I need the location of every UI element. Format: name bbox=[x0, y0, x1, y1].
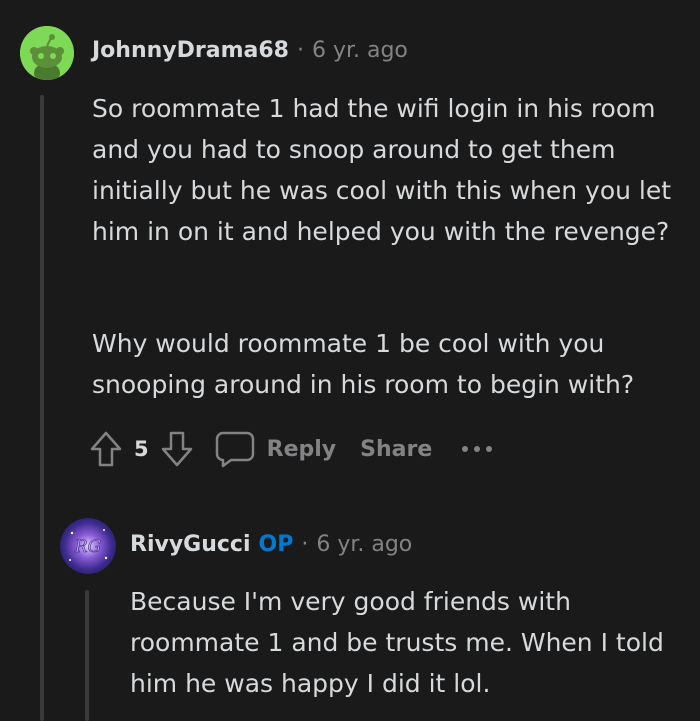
comment2-meta: RivyGucci OP · 6 yr. ago bbox=[130, 532, 412, 557]
snoo-avatar-icon bbox=[20, 26, 74, 80]
comment1-paragraph-1: So roommate 1 had the wifi login in his … bbox=[92, 94, 672, 246]
reply-button[interactable]: Reply bbox=[215, 430, 337, 468]
upvote-button[interactable] bbox=[88, 429, 124, 469]
upvote-icon bbox=[90, 431, 122, 467]
more-options-button[interactable] bbox=[460, 444, 494, 454]
thread-line-comment2[interactable] bbox=[85, 590, 89, 721]
comment1-meta: JohnnyDrama68 · 6 yr. ago bbox=[92, 38, 408, 63]
downvote-icon bbox=[161, 431, 192, 467]
comment1-paragraph-2: Why would roommate 1 be cool with you sn… bbox=[92, 329, 635, 399]
timestamp[interactable]: 6 yr. ago bbox=[316, 532, 412, 557]
comment1-actions: 5 Reply Share bbox=[88, 428, 494, 470]
avatar-initials: RG bbox=[74, 537, 101, 557]
rg-avatar-icon: RG bbox=[60, 518, 116, 574]
thread-line-comment1[interactable] bbox=[40, 95, 44, 721]
timestamp[interactable]: 6 yr. ago bbox=[312, 38, 408, 63]
meta-separator: · bbox=[301, 532, 309, 557]
op-username[interactable]: RivyGucci bbox=[130, 532, 251, 557]
meta-separator: · bbox=[296, 38, 304, 63]
vote-count: 5 bbox=[134, 437, 149, 461]
op-avatar[interactable]: RG bbox=[60, 518, 116, 574]
share-button[interactable]: Share bbox=[360, 437, 432, 462]
reply-label: Reply bbox=[266, 436, 337, 462]
more-options-icon bbox=[462, 446, 493, 452]
downvote-button[interactable] bbox=[159, 429, 195, 469]
op-badge: OP bbox=[258, 532, 294, 557]
user-avatar[interactable] bbox=[20, 26, 74, 80]
username[interactable]: JohnnyDrama68 bbox=[92, 38, 289, 63]
comment2-paragraph-1: Because I'm very good friends with roomm… bbox=[130, 587, 664, 698]
comment-bubble-icon bbox=[215, 431, 254, 468]
